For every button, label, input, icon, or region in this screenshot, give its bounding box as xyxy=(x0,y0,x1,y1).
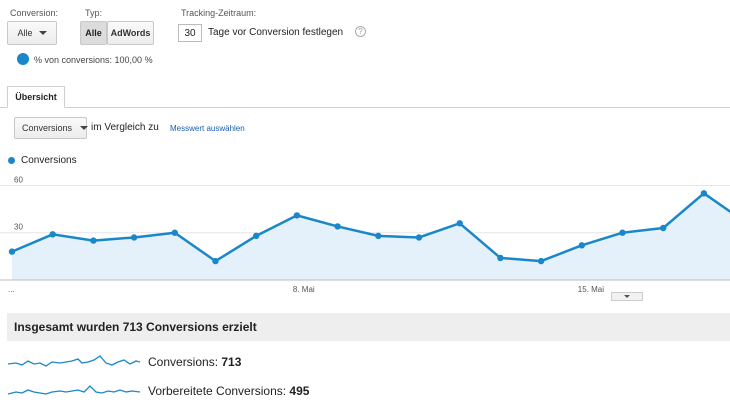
choose-metric-link[interactable]: Messwert auswählen xyxy=(170,124,245,133)
compare-text: im Vergleich zu xyxy=(91,122,159,133)
data-point xyxy=(700,190,708,197)
type-button-all[interactable]: Alle xyxy=(80,21,107,45)
conversion-dropdown[interactable]: Alle xyxy=(7,21,57,45)
legend-dot-icon xyxy=(8,157,15,164)
data-point xyxy=(8,248,16,255)
sparkline-conversions xyxy=(8,355,140,367)
data-point xyxy=(293,212,301,219)
data-point xyxy=(497,254,504,262)
data-point xyxy=(212,257,219,265)
type-button-adwords[interactable]: AdWords xyxy=(107,21,154,45)
metric-conversions-value: 713 xyxy=(221,355,242,369)
x-tick-label: 15. Mai xyxy=(578,285,604,294)
data-point xyxy=(334,223,341,230)
data-point xyxy=(415,234,423,241)
metric-select-value: Conversions xyxy=(22,123,73,133)
conversion-dropdown-value: Alle xyxy=(17,28,33,38)
metric-prepared-label: Vorbereitete Conversions: xyxy=(148,384,290,398)
tracking-days-input[interactable]: 30 xyxy=(178,24,202,42)
metric-conversions-label: Conversions: xyxy=(148,355,222,369)
data-point xyxy=(171,229,178,236)
type-label: Typ: xyxy=(85,8,103,18)
data-point xyxy=(456,220,463,227)
data-point xyxy=(49,231,56,238)
data-point xyxy=(619,229,626,236)
data-point xyxy=(660,224,667,232)
metric-prepared-conversions: Vorbereitete Conversions: 495 xyxy=(148,384,309,398)
data-point xyxy=(90,237,97,244)
legend-label: Conversions xyxy=(21,155,77,166)
tab-overview[interactable]: Übersicht xyxy=(7,86,65,108)
tracking-label: Tracking-Zeitraum: xyxy=(181,8,257,18)
metric-select[interactable]: Conversions xyxy=(14,117,89,139)
metric-conversions: Conversions: 713 xyxy=(148,355,241,369)
sparkline-prepared-conversions xyxy=(8,385,140,395)
data-point xyxy=(130,234,138,241)
chevron-down-icon xyxy=(624,295,630,298)
data-point xyxy=(375,232,382,240)
data-point xyxy=(578,242,585,249)
help-icon[interactable]: ? xyxy=(355,26,366,37)
chevron-down-icon xyxy=(38,31,47,35)
pie-chart-icon xyxy=(17,53,29,65)
line-chart: 30 60... 8. Mai 15. Mai xyxy=(0,175,730,294)
data-point xyxy=(537,257,545,265)
metric-prepared-value: 495 xyxy=(289,384,310,398)
x-tick-label: 8. Mai xyxy=(293,285,315,294)
tab-divider xyxy=(0,107,730,108)
area-fill xyxy=(12,193,730,280)
x-tick-label: ... xyxy=(8,285,15,294)
total-conversions-heading: Insgesamt wurden 713 Conversions erzielt xyxy=(7,313,730,341)
conversion-label: Conversion: xyxy=(10,8,59,18)
chevron-down-icon xyxy=(80,126,89,130)
chart-collapse-handle[interactable] xyxy=(611,292,643,301)
data-point xyxy=(253,232,260,240)
percent-of-conversions: % von conversions: 100,00 % xyxy=(34,55,153,65)
tracking-suffix: Tage vor Conversion festlegen xyxy=(208,27,344,38)
y-tick-label: 30 xyxy=(14,223,23,232)
y-tick-label: 60 xyxy=(14,175,23,184)
